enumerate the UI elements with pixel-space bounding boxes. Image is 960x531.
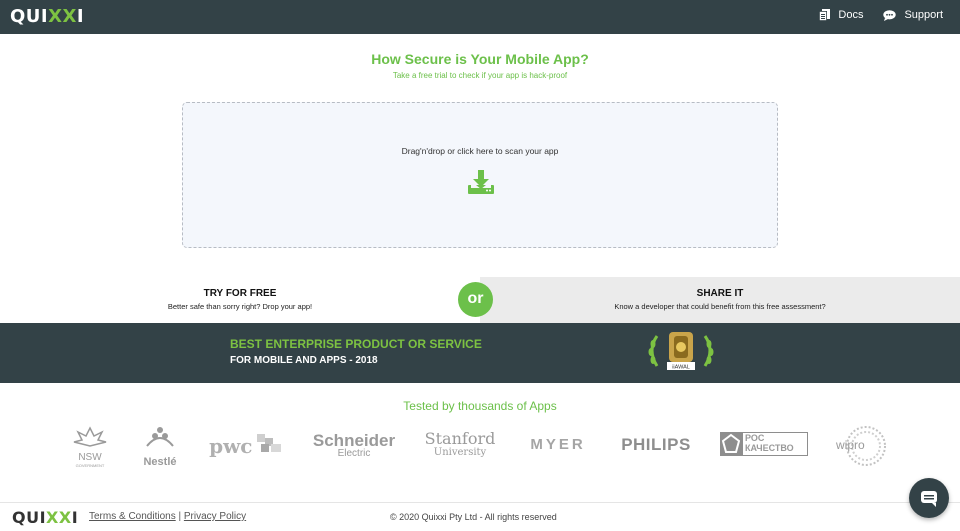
logo-text-x: XX bbox=[48, 6, 77, 27]
client-name-pwc: pwc bbox=[209, 434, 253, 458]
client-sub-schneider: Electric bbox=[337, 448, 371, 459]
client-name-schneider: Schneider bbox=[312, 431, 396, 450]
footer-logo-x: XX bbox=[46, 508, 72, 527]
award-laurel-badge-icon: iiAWAL bbox=[648, 332, 714, 371]
top-navigation-bar: QUIXXI Docs Support bbox=[0, 0, 960, 34]
copyright-text: © 2020 Quixxi Pty Ltd - All rights reser… bbox=[390, 512, 557, 522]
share-it-subtitle: Know a developer that could benefit from… bbox=[614, 302, 826, 311]
client-logo-stanford: Stanford University bbox=[420, 430, 500, 458]
download-icon bbox=[468, 170, 494, 194]
chat-icon bbox=[921, 491, 937, 507]
award-banner bbox=[0, 323, 960, 383]
hero-subtitle: Take a free trial to check if your app i… bbox=[392, 71, 568, 80]
client-name-wipro: wipro bbox=[836, 438, 865, 452]
try-for-free-subtitle: Better safe than sorry right? Drop your … bbox=[167, 302, 313, 311]
client-sub-kachestvo: КАЧЕСТВО bbox=[745, 443, 794, 453]
support-label: Support bbox=[904, 9, 943, 21]
logo-text-prefix: QUI bbox=[10, 6, 49, 27]
client-name-myer: MYER bbox=[530, 436, 586, 453]
docs-icon bbox=[819, 9, 831, 21]
client-sub-stanford: University bbox=[433, 447, 487, 458]
client-logo-nestle: Nestlé bbox=[136, 424, 184, 468]
client-logo-philips: PHILIPS bbox=[614, 435, 698, 455]
client-name-ros: РОС bbox=[745, 433, 765, 443]
client-sub-nsw: GOVERNMENT bbox=[75, 463, 105, 468]
share-panel-background bbox=[480, 277, 960, 323]
footer-link-separator: | bbox=[178, 511, 182, 522]
footer-links: Terms & Conditions | Privacy Policy bbox=[89, 511, 246, 522]
award-title: BEST ENTERPRISE PRODUCT OR SERVICE bbox=[230, 337, 482, 351]
waratah-icon bbox=[73, 426, 107, 447]
client-name-philips: PHILIPS bbox=[621, 435, 691, 454]
chat-bubble-icon bbox=[883, 9, 897, 21]
dropzone-text: Drag'n'drop or click here to scan your a… bbox=[401, 146, 559, 156]
client-logo-wipro: wipro bbox=[836, 424, 890, 468]
client-name-stanford: Stanford bbox=[424, 429, 496, 448]
app-upload-dropzone[interactable]: Drag'n'drop or click here to scan your a… bbox=[182, 102, 778, 248]
clients-heading: Tested by thousands of Apps bbox=[403, 399, 557, 413]
award-subtitle: FOR MOBILE AND APPS - 2018 bbox=[230, 355, 378, 366]
client-logo-pwc: pwc bbox=[206, 434, 286, 458]
client-name-nestle: Nestlé bbox=[143, 456, 177, 468]
client-logo-myer: MYER bbox=[520, 436, 596, 453]
quixxi-logo[interactable]: QUIXXI bbox=[10, 6, 84, 27]
privacy-link[interactable]: Privacy Policy bbox=[184, 511, 246, 522]
terms-link[interactable]: Terms & Conditions bbox=[89, 511, 176, 522]
client-logo-nsw: NSW GOVERNMENT bbox=[66, 426, 114, 468]
logo-text-suffix: I bbox=[76, 6, 85, 27]
try-for-free-title: TRY FOR FREE bbox=[203, 288, 277, 299]
support-link[interactable]: Support bbox=[883, 9, 943, 21]
client-logo-roskachestvo: РОС КАЧЕСТВО bbox=[720, 432, 810, 458]
hero-title: How Secure is Your Mobile App? bbox=[371, 51, 589, 67]
pentagon-badge-icon bbox=[720, 432, 742, 456]
share-it-title[interactable]: SHARE IT bbox=[560, 288, 880, 299]
footer-logo-suffix: I bbox=[71, 508, 79, 527]
award-badge-label: iiAWAL bbox=[672, 365, 690, 371]
docs-link[interactable]: Docs bbox=[819, 9, 863, 21]
pwc-blocks-icon bbox=[256, 434, 281, 452]
footer-logo[interactable]: QUIXXI bbox=[12, 508, 78, 527]
header-nav: Docs Support bbox=[819, 9, 943, 21]
live-chat-button[interactable] bbox=[909, 478, 949, 518]
nest-icon bbox=[146, 427, 174, 447]
client-name-nsw: NSW bbox=[78, 452, 102, 463]
or-divider: or bbox=[458, 282, 493, 317]
footer-divider bbox=[0, 502, 960, 503]
docs-label: Docs bbox=[838, 9, 864, 21]
client-logo-schneider: Schneider Electric bbox=[306, 432, 402, 459]
footer-logo-prefix: QUI bbox=[12, 508, 47, 527]
client-logos-row: NSW GOVERNMENT Nestlé pwc Schneider Elec… bbox=[0, 422, 960, 470]
